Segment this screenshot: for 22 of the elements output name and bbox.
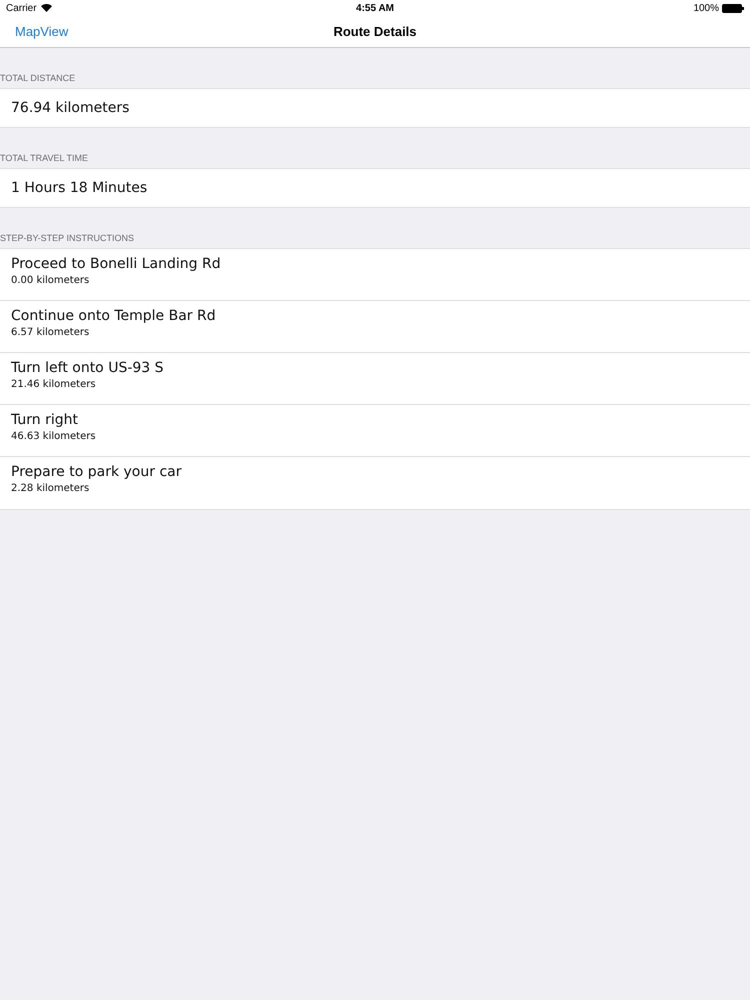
- section-header: TOTAL TRAVEL TIME: [0, 153, 88, 163]
- distance-text: 0.00 kilometers: [11, 275, 90, 286]
- section-header: STEP-BY-STEP INSTRUCTIONS: [0, 233, 134, 243]
- value-text: 1 Hours 18 Minutes: [10, 179, 148, 198]
- instruction-text: Turn left onto US-93 S: [11, 360, 164, 376]
- distance-text: 46.63 kilometers: [11, 431, 96, 442]
- instruction-text: Proceed to Bonelli Landing Rd: [11, 256, 221, 272]
- nav-title: Route Details: [333, 24, 417, 39]
- battery-icon: [722, 4, 744, 12]
- distance-text: 21.46 kilometers: [11, 379, 96, 390]
- distance-text: 2.28 kilometers: [11, 483, 90, 494]
- back-link[interactable]: MapView: [15, 24, 68, 39]
- instruction-text: Turn right: [11, 412, 78, 428]
- section-header: TOTAL DISTANCE: [0, 73, 76, 83]
- battery-percent: 100%: [693, 2, 720, 14]
- instruction-text: Continue onto Temple Bar Rd: [11, 308, 216, 324]
- carrier-label: Carrier: [6, 2, 37, 14]
- status-time: 4:55 AM: [356, 2, 394, 14]
- instruction-text: Prepare to park your car: [11, 464, 182, 480]
- value-text: 76.94 kilometers: [10, 99, 130, 118]
- wifi-icon: [40, 4, 52, 12]
- distance-text: 6.57 kilometers: [11, 327, 90, 338]
